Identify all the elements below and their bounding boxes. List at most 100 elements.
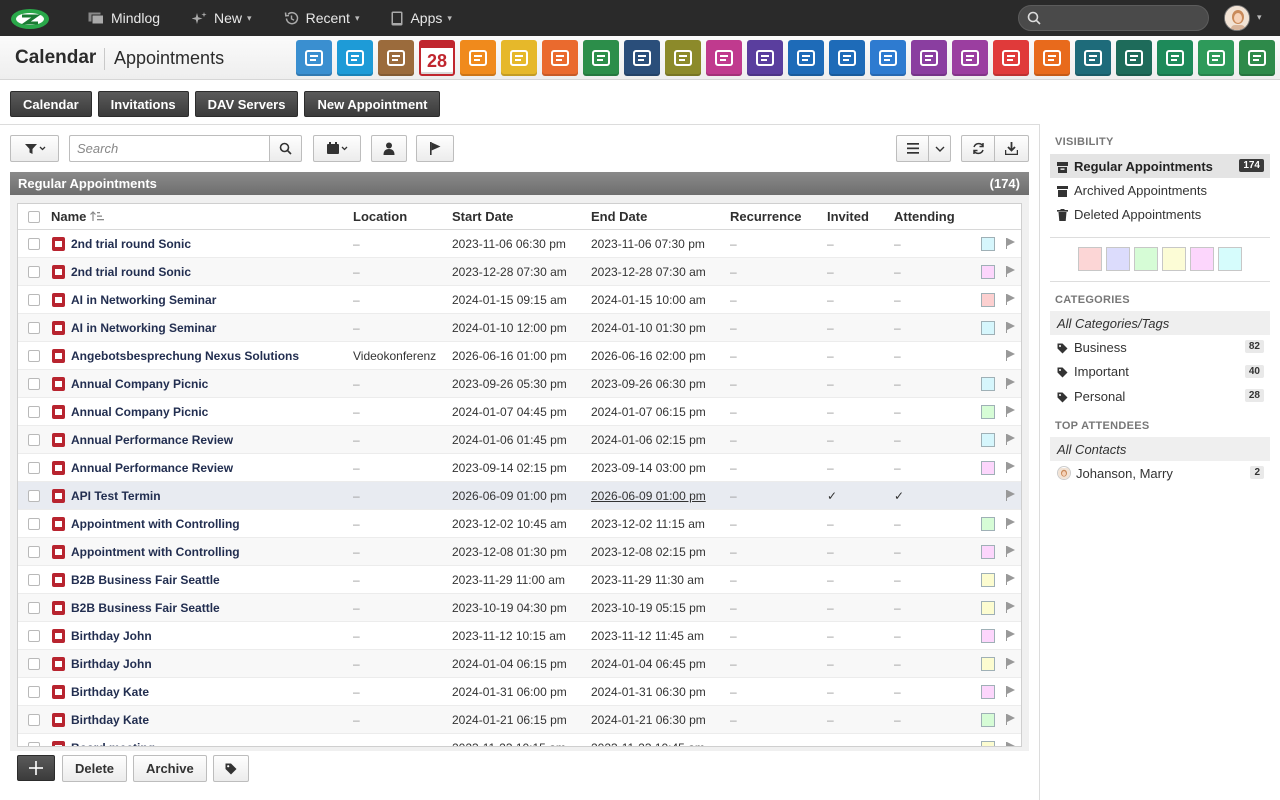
shipping-app-icon[interactable]: [788, 40, 824, 76]
flag-icon[interactable]: [1006, 630, 1016, 641]
table-row[interactable]: Annual Performance Review – 2023-09-14 02:…: [18, 454, 1021, 482]
tag-button[interactable]: [213, 755, 249, 782]
column-location[interactable]: Location: [353, 209, 407, 224]
row-name[interactable]: Birthday Kate: [71, 713, 149, 727]
color-filter-swatch[interactable]: [1106, 247, 1130, 271]
flag-icon[interactable]: [1006, 686, 1016, 697]
row-name[interactable]: Birthday Kate: [71, 685, 149, 699]
row-name[interactable]: Angebotsbesprechung Nexus Solutions: [71, 349, 299, 363]
visibility-archived-appointments[interactable]: Archived Appointments: [1050, 178, 1270, 202]
row-checkbox[interactable]: [28, 490, 40, 502]
row-name[interactable]: B2B Business Fair Seattle: [71, 573, 220, 587]
table-row[interactable]: Board meeting – 2023-11-23 10:15 am 2023-11…: [18, 734, 1021, 746]
tasks-app-icon[interactable]: [501, 40, 537, 76]
row-name[interactable]: Birthday John: [71, 657, 152, 671]
flag-icon[interactable]: [1006, 658, 1016, 669]
nav-new[interactable]: New ▾: [192, 10, 252, 26]
row-name[interactable]: Board meeting: [71, 741, 155, 746]
category-personal[interactable]: Personal 28: [1050, 384, 1270, 408]
archive-button[interactable]: Archive: [133, 755, 207, 782]
sales-app-icon[interactable]: [706, 40, 742, 76]
row-name[interactable]: B2B Business Fair Seattle: [71, 601, 220, 615]
flag-icon[interactable]: [1006, 294, 1016, 305]
tab-invitations[interactable]: Invitations: [97, 91, 189, 117]
row-name[interactable]: AI in Networking Seminar: [71, 293, 216, 307]
table-row[interactable]: Birthday John – 2023-11-12 10:15 am 2023-11…: [18, 622, 1021, 650]
color-filter-swatch[interactable]: [1218, 247, 1242, 271]
column-invited[interactable]: Invited: [827, 209, 869, 224]
flag-icon[interactable]: [1006, 238, 1016, 249]
row-checkbox[interactable]: [28, 518, 40, 530]
category-important[interactable]: Important 40: [1050, 360, 1270, 384]
address-app-icon[interactable]: [337, 40, 373, 76]
calendar-app-icon[interactable]: 28: [419, 40, 455, 76]
row-name[interactable]: Annual Company Picnic: [71, 377, 208, 391]
table-row[interactable]: Birthday Kate – 2024-01-21 06:15 pm 2024-01…: [18, 706, 1021, 734]
color-filter-swatch[interactable]: [1078, 247, 1102, 271]
row-checkbox[interactable]: [28, 602, 40, 614]
export-button[interactable]: [994, 135, 1029, 162]
row-checkbox[interactable]: [28, 266, 40, 278]
flag-icon[interactable]: [1006, 742, 1016, 746]
timer-app-icon[interactable]: [460, 40, 496, 76]
bookmarks-app-icon[interactable]: [624, 40, 660, 76]
contact-filter-button[interactable]: [371, 135, 407, 162]
flag-icon[interactable]: [1006, 490, 1016, 501]
table-row[interactable]: API Test Termin – 2026-06-09 01:00 pm 2026-…: [18, 482, 1021, 510]
notes-app-icon[interactable]: [583, 40, 619, 76]
row-checkbox[interactable]: [28, 434, 40, 446]
table-row[interactable]: AI in Networking Seminar – 2024-01-10 12:0…: [18, 314, 1021, 342]
flag-icon[interactable]: [1006, 266, 1016, 277]
visibility-regular-appointments[interactable]: Regular Appointments 174: [1050, 154, 1270, 178]
row-checkbox[interactable]: [28, 546, 40, 558]
chevron-down-icon[interactable]: ▾: [1257, 12, 1262, 23]
refresh-button[interactable]: [961, 135, 995, 162]
row-checkbox[interactable]: [28, 630, 40, 642]
flag-icon[interactable]: [1006, 322, 1016, 333]
global-search-field[interactable]: [1018, 5, 1209, 31]
all-contacts-filter[interactable]: All Contacts: [1050, 437, 1270, 461]
row-checkbox[interactable]: [28, 658, 40, 670]
attendee-item[interactable]: Johanson, Marry 2: [1050, 461, 1270, 485]
search-button[interactable]: [269, 135, 302, 162]
column-end-date[interactable]: End Date: [591, 209, 647, 224]
billing-app-icon[interactable]: [747, 40, 783, 76]
support-app-icon[interactable]: [829, 40, 865, 76]
column-start-date[interactable]: Start Date: [452, 209, 513, 224]
table-row[interactable]: Angebotsbesprechung Nexus Solutions Video…: [18, 342, 1021, 370]
table-row[interactable]: B2B Business Fair Seattle – 2023-10-19 04:…: [18, 594, 1021, 622]
flag-icon[interactable]: [1006, 518, 1016, 529]
row-checkbox[interactable]: [28, 238, 40, 250]
select-all-checkbox[interactable]: [28, 211, 40, 223]
color-filter-swatch[interactable]: [1190, 247, 1214, 271]
row-name[interactable]: Annual Performance Review: [71, 461, 233, 475]
flag-icon[interactable]: [1006, 574, 1016, 585]
all-categories-filter[interactable]: All Categories/Tags: [1050, 311, 1270, 335]
row-checkbox[interactable]: [28, 686, 40, 698]
row-name[interactable]: AI in Networking Seminar: [71, 321, 216, 335]
nav-apps[interactable]: Apps ▾: [391, 10, 452, 26]
flag-icon[interactable]: [1006, 350, 1016, 361]
row-checkbox[interactable]: [28, 714, 40, 726]
row-checkbox[interactable]: [28, 574, 40, 586]
list-view-button[interactable]: [896, 135, 929, 162]
documents-app-icon[interactable]: [665, 40, 701, 76]
table-row[interactable]: Appointment with Controlling – 2023-12-02 …: [18, 510, 1021, 538]
download-app-icon[interactable]: [1075, 40, 1111, 76]
visibility-deleted-appointments[interactable]: Deleted Appointments: [1050, 202, 1270, 226]
finance-app-icon[interactable]: [870, 40, 906, 76]
table-row[interactable]: Birthday John – 2024-01-04 06:15 pm 2024-01…: [18, 650, 1021, 678]
nav-recent[interactable]: Recent ▾: [284, 10, 359, 26]
row-name[interactable]: 2nd trial round Sonic: [71, 265, 191, 279]
row-checkbox[interactable]: [28, 406, 40, 418]
tab-calendar[interactable]: Calendar: [10, 91, 92, 117]
cart-app-icon[interactable]: [1116, 40, 1152, 76]
delete-button[interactable]: Delete: [62, 755, 128, 782]
flag-icon[interactable]: [1006, 602, 1016, 613]
row-checkbox[interactable]: [28, 294, 40, 306]
projects-app-icon[interactable]: [542, 40, 578, 76]
row-checkbox[interactable]: [28, 462, 40, 474]
row-checkbox[interactable]: [28, 742, 40, 746]
flag-icon[interactable]: [1006, 714, 1016, 725]
row-name[interactable]: Annual Company Picnic: [71, 405, 208, 419]
